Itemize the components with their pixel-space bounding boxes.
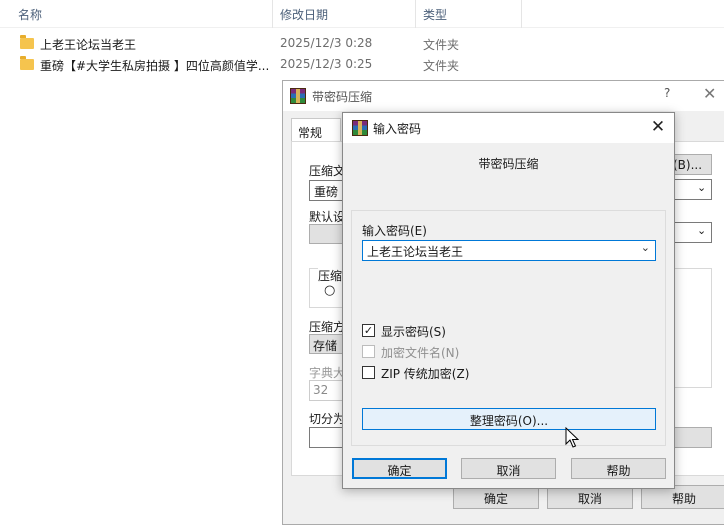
close-icon[interactable]: ✕ bbox=[649, 117, 667, 137]
chevron-down-icon[interactable]: ⌄ bbox=[641, 241, 650, 254]
compression-method-label: 压缩方 bbox=[309, 320, 346, 334]
archive-name-dropdown[interactable]: ⌄ bbox=[670, 179, 712, 200]
default-settings-label: 默认设 bbox=[309, 210, 346, 224]
file-name: 上老王论坛当老王 bbox=[40, 38, 137, 52]
dialog-title-bar[interactable]: 输入密码 ✕ bbox=[343, 113, 674, 143]
dialog-title: 输入密码 bbox=[373, 122, 422, 136]
checkbox-label: 显示密码(S) bbox=[381, 325, 446, 339]
checkbox-unchecked-icon[interactable] bbox=[362, 366, 375, 379]
dialog-title: 带密码压缩 bbox=[312, 90, 373, 104]
column-divider[interactable] bbox=[521, 0, 522, 28]
file-name: 重磅【#大学生私房拍摄 】四位高颜值学... bbox=[40, 59, 270, 73]
password-group: 输入密码(E) 上老王论坛当老王 ⌄ ✓ 显示密码(S) 加密文件名(N) ZI… bbox=[351, 210, 666, 446]
file-date: 2025/12/3 0:28 bbox=[280, 36, 373, 50]
file-type: 文件夹 bbox=[423, 38, 460, 52]
password-input[interactable]: 上老王论坛当老王 ⌄ bbox=[362, 240, 656, 261]
checkbox-checked-icon[interactable]: ✓ bbox=[362, 324, 375, 337]
browse-button[interactable]: (B)... bbox=[670, 154, 712, 175]
archive-name-label: 压缩文 bbox=[309, 164, 346, 178]
dictionary-size-label: 字典大 bbox=[309, 366, 346, 380]
password-value: 上老王论坛当老王 bbox=[367, 245, 464, 259]
file-type: 文件夹 bbox=[423, 59, 460, 73]
organize-passwords-button[interactable]: 整理密码(O)... bbox=[362, 408, 656, 430]
column-header-type[interactable]: 类型 bbox=[423, 6, 447, 23]
file-row[interactable]: 上老王论坛当老王 2025/12/3 0:28 文件夹 bbox=[0, 34, 470, 55]
column-divider[interactable] bbox=[415, 0, 416, 28]
folder-icon bbox=[20, 56, 34, 70]
password-label: 输入密码(E) bbox=[362, 224, 427, 238]
column-divider[interactable] bbox=[272, 0, 273, 28]
archive-format-label: 压缩 bbox=[318, 267, 343, 284]
checkbox-label: ZIP 传统加密(Z) bbox=[381, 367, 470, 381]
winrar-icon bbox=[290, 88, 306, 104]
archive-name-value: 重磅 bbox=[314, 185, 339, 199]
browse-label: (B)... bbox=[673, 158, 703, 172]
file-date: 2025/12/3 0:25 bbox=[280, 57, 373, 71]
chevron-down-icon: ⌄ bbox=[697, 181, 707, 194]
cancel-button[interactable]: 取消 bbox=[461, 458, 556, 479]
column-header-row: 名称 ⌃ 修改日期 类型 bbox=[0, 0, 724, 28]
set-password-button[interactable] bbox=[670, 427, 712, 448]
compression-method-value: 存储 bbox=[313, 339, 338, 353]
checkbox-unchecked-icon bbox=[362, 345, 375, 358]
tab-general[interactable]: 常规 bbox=[291, 118, 341, 142]
help-icon[interactable]: ? bbox=[664, 86, 678, 100]
column-header-name[interactable]: 名称 bbox=[18, 6, 42, 23]
column-header-date[interactable]: 修改日期 bbox=[280, 6, 328, 23]
update-mode-dropdown[interactable]: ⌄ bbox=[670, 222, 712, 243]
help-button[interactable]: 帮助 bbox=[571, 458, 666, 479]
split-volumes-label: 切分为 bbox=[309, 412, 346, 426]
chevron-down-icon: ⌄ bbox=[697, 224, 707, 237]
dialog-heading: 带密码压缩 bbox=[478, 157, 539, 171]
file-row[interactable]: 重磅【#大学生私房拍摄 】四位高颜值学... 2025/12/3 0:25 文件… bbox=[0, 55, 470, 76]
close-icon[interactable]: ✕ bbox=[703, 84, 721, 103]
mouse-cursor-icon bbox=[565, 427, 579, 448]
winrar-icon bbox=[352, 120, 368, 136]
archive-options-group bbox=[670, 268, 712, 388]
dialog-title-bar[interactable]: 带密码压缩 ? ✕ bbox=[283, 81, 724, 111]
checkbox-label: 加密文件名(N) bbox=[381, 346, 460, 360]
password-dialog: 输入密码 ✕ 带密码压缩 输入密码(E) 上老王论坛当老王 ⌄ ✓ 显示密码(S… bbox=[342, 112, 675, 489]
sort-caret-icon: ⌃ bbox=[138, 0, 147, 7]
dictionary-size-value: 32 bbox=[313, 383, 329, 397]
format-radio[interactable]: ○ bbox=[324, 283, 335, 298]
folder-icon bbox=[20, 35, 34, 49]
ok-button[interactable]: 确定 bbox=[352, 458, 447, 479]
